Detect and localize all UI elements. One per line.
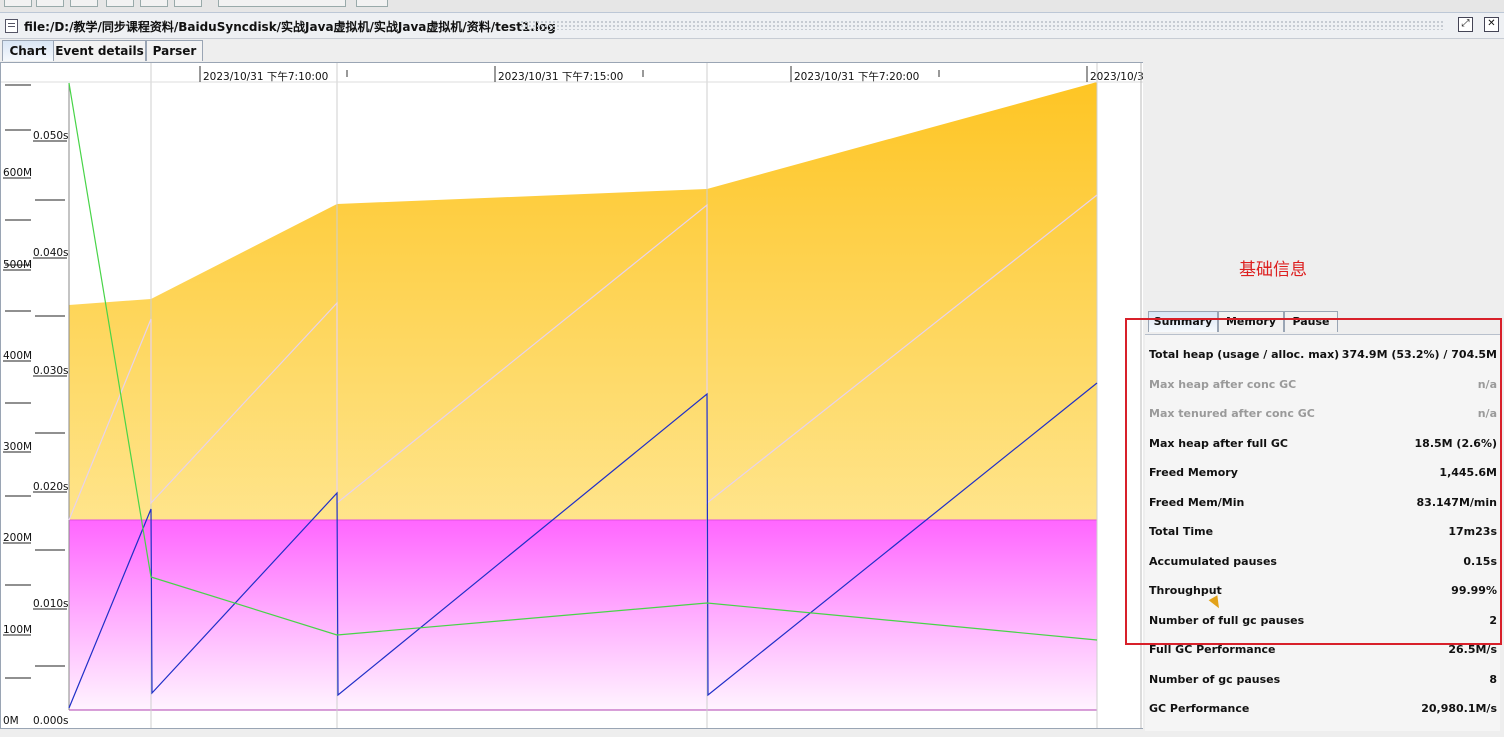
memory-axis-label: 200M [3, 532, 32, 544]
toolbar-button[interactable] [4, 0, 32, 7]
memory-axis-label: 600M [3, 167, 32, 179]
pause-axis-label: 0.050s [33, 130, 69, 142]
memory-axis-label: 0M [3, 715, 19, 727]
highlight-box [1125, 318, 1502, 645]
summary-row: GC Performance 20,980.1M/s [1149, 699, 1497, 719]
memory-axis-label: 400M [3, 350, 32, 362]
memory-axis-label: 100M [3, 624, 32, 636]
gc-chart-panel[interactable]: 2023/10/31 下午7:10:00 2023/10/31 下午7:15:0… [0, 62, 1151, 729]
tab-parser[interactable]: Parser [146, 40, 203, 61]
document-icon [5, 19, 18, 33]
summary-key: GC Performance [1149, 702, 1250, 715]
summary-value: 8 [1489, 673, 1497, 686]
pause-axis-label: 0.010s [33, 598, 69, 610]
pause-axis-label: 0.000s [33, 715, 69, 727]
toolbar-button[interactable] [70, 0, 98, 7]
pause-axis-label: 0.030s [33, 365, 69, 377]
toolbar-button[interactable] [106, 0, 134, 7]
gc-chart: 2023/10/31 下午7:10:00 2023/10/31 下午7:15:0… [1, 63, 1151, 728]
pause-axis-label: 0.020s [33, 481, 69, 493]
tab-event-details[interactable]: Event details [53, 40, 146, 61]
summary-row: Number of gc pauses 8 [1149, 670, 1497, 690]
summary-key: Number of gc pauses [1149, 673, 1281, 686]
zoom-combobox[interactable] [218, 0, 346, 7]
window-title: file:/D:/教学/同步课程资料/BaiduSyncdisk/实战Java虚… [24, 20, 556, 34]
time-axis-label: 2023/10/31 下午7:20:00 [794, 70, 919, 83]
pause-axis-label: 0.040s [33, 247, 69, 259]
time-axis-label: 2023/10/31 下午7:10:00 [203, 70, 328, 83]
restore-window-icon[interactable]: ⤢ [1458, 17, 1473, 32]
annotation-label: 基础信息 [1239, 260, 1307, 280]
tab-chart[interactable]: Chart [2, 40, 54, 61]
young-generation-area [69, 520, 1097, 710]
toolbar-button[interactable] [140, 0, 168, 7]
toolbar-button[interactable] [356, 0, 388, 7]
close-window-icon[interactable]: ✕ [1484, 17, 1499, 32]
toolbar-strip [0, 0, 1504, 13]
memory-axis-label: 500M [3, 259, 32, 271]
summary-value: 20,980.1M/s [1421, 702, 1497, 715]
time-axis-label: 2023/10/31 下午7:15:00 [498, 70, 623, 83]
titlebar-grip [520, 20, 1444, 30]
time-axis-label: 2023/10/31 [1090, 71, 1143, 83]
toolbar-button[interactable] [174, 0, 202, 7]
internal-frame-titlebar: file:/D:/教学/同步课程资料/BaiduSyncdisk/实战Java虚… [0, 13, 1504, 39]
memory-axis-label: 300M [3, 441, 32, 453]
toolbar-button[interactable] [36, 0, 64, 7]
